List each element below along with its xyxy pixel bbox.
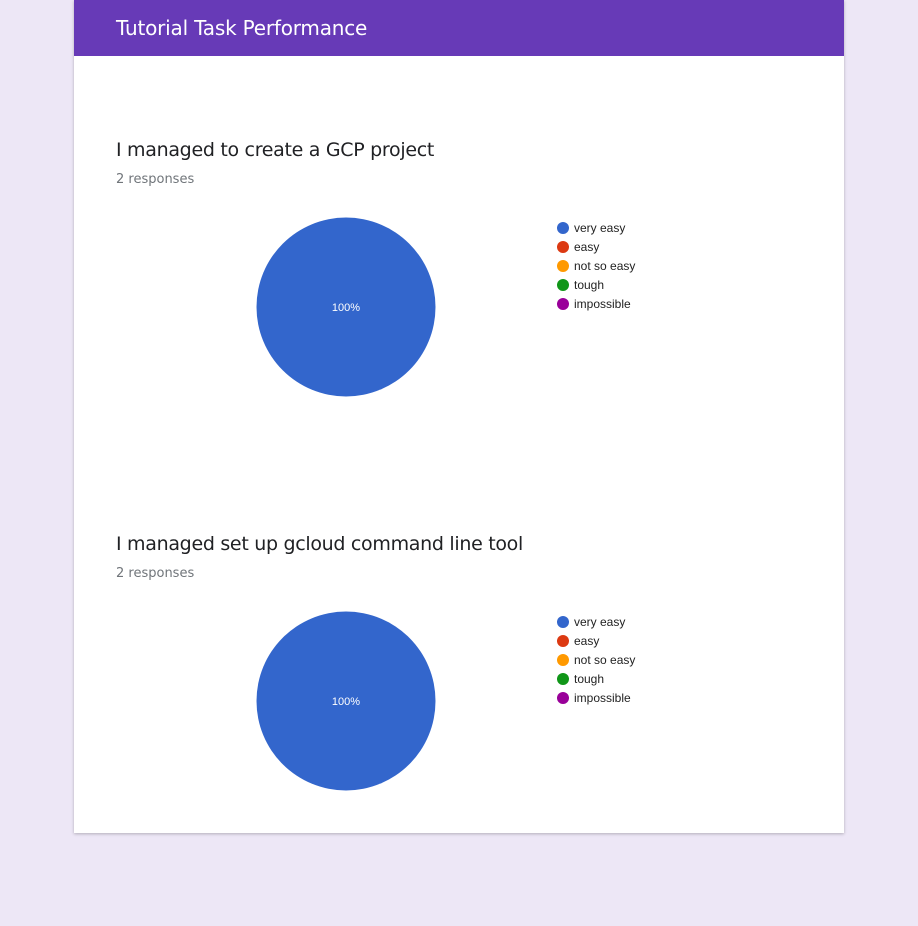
- legend-swatch: [557, 692, 569, 704]
- pie-chart[interactable]: 100%: [255, 216, 437, 398]
- question-title: I managed set up gcloud command line too…: [116, 533, 523, 555]
- legend-swatch: [557, 241, 569, 253]
- legend-label: tough: [574, 278, 605, 292]
- legend-swatch: [557, 298, 569, 310]
- pie-chart[interactable]: 100%: [255, 610, 437, 792]
- response-count: 2 responses: [116, 172, 195, 187]
- legend-swatch: [557, 222, 569, 234]
- form-title: Tutorial Task Performance: [116, 16, 368, 40]
- response-count: 2 responses: [116, 566, 195, 581]
- legend-label: easy: [574, 634, 600, 648]
- legend-swatch: [557, 279, 569, 291]
- legend-label: impossible: [574, 691, 631, 705]
- legend-label: easy: [574, 240, 600, 254]
- legend-label: not so easy: [574, 259, 636, 273]
- legend-swatch: [557, 616, 569, 628]
- legend-swatch: [557, 260, 569, 272]
- legend-swatch: [557, 673, 569, 685]
- legend-swatch: [557, 654, 569, 666]
- slice-label: 100%: [332, 696, 360, 708]
- legend-swatch: [557, 635, 569, 647]
- form-summary-card: Tutorial Task Performance I managed to c…: [74, 0, 844, 833]
- question-summary-1: I managed to create a GCP project 2 resp…: [74, 138, 844, 532]
- question-summary-2: I managed set up gcloud command line too…: [74, 532, 844, 926]
- legend-label: not so easy: [574, 653, 636, 667]
- slice-label: 100%: [332, 302, 360, 314]
- question-title: I managed to create a GCP project: [116, 139, 435, 161]
- legend-label: very easy: [574, 221, 626, 235]
- legend-label: tough: [574, 672, 605, 686]
- legend-label: impossible: [574, 297, 631, 311]
- form-header: Tutorial Task Performance: [74, 0, 844, 56]
- legend-label: very easy: [574, 615, 626, 629]
